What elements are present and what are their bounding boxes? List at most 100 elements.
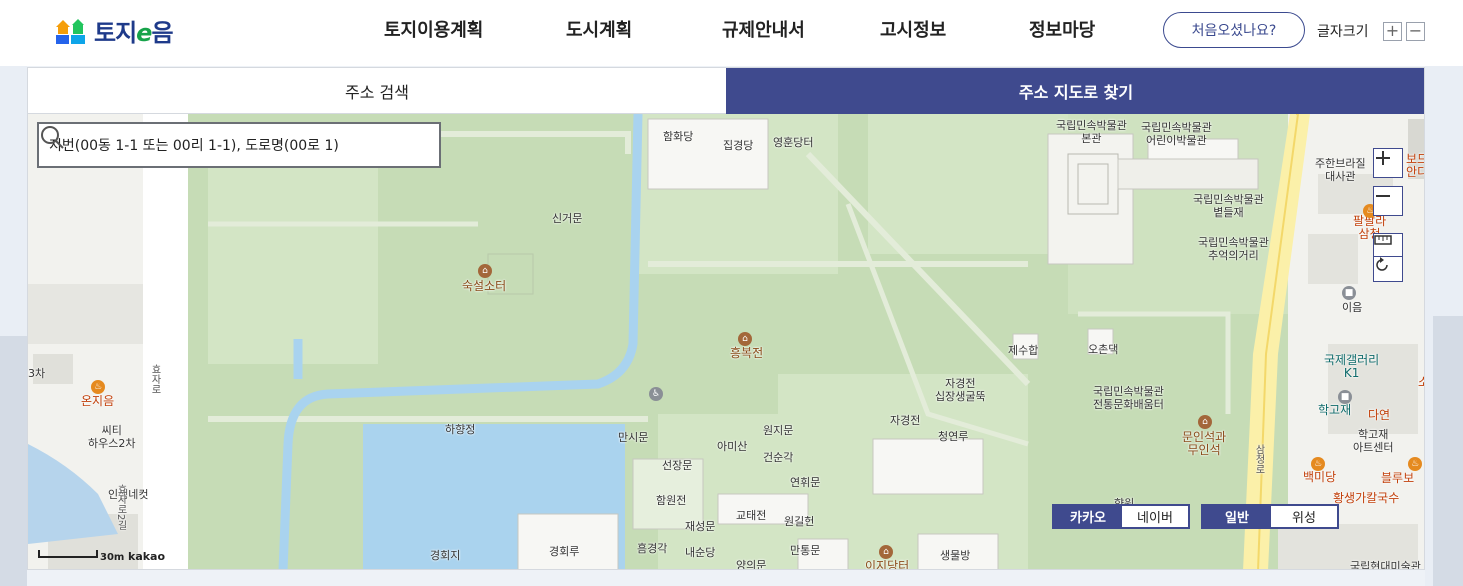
map-label: 주한브라질 대사관	[1315, 157, 1366, 183]
map-label: 생물방	[940, 549, 971, 562]
map-label: 소	[1418, 376, 1424, 389]
map-label: 제수합	[1008, 344, 1039, 357]
restroom-poi-icon[interactable]: ♿	[649, 387, 663, 401]
map-scale-text: 30m	[100, 552, 125, 563]
font-increase-button[interactable]: +	[1383, 22, 1402, 41]
map-label: 국립현대미술관	[1350, 560, 1421, 570]
map-label: 하향정	[445, 423, 476, 436]
map-label: 다연	[1368, 408, 1391, 422]
map-search-box	[37, 122, 441, 168]
road-label: 효자로2길	[115, 484, 126, 531]
map-label: 오촌댁	[1088, 343, 1119, 356]
map-scale-bar	[38, 550, 98, 558]
map-source-naver[interactable]: 네이버	[1122, 506, 1188, 527]
gallery-poi-icon[interactable]: ■	[1342, 286, 1356, 300]
map-source-kakao[interactable]: 카카오	[1054, 506, 1122, 527]
map-label: 자경전 십장생굴뚝	[935, 377, 986, 403]
map-label: 국립민속박물관 어린이박물관	[1141, 121, 1212, 147]
reset-map-button[interactable]	[1373, 256, 1403, 282]
minus-icon	[1376, 195, 1390, 197]
map-label: 선장문	[662, 459, 693, 472]
map-label: 재성문	[685, 520, 716, 533]
palace-poi-icon[interactable]: ⌂	[1198, 415, 1212, 429]
refresh-icon	[1376, 257, 1388, 271]
map-label: 숙설소터	[462, 279, 507, 293]
plus-icon	[1376, 151, 1390, 165]
map-label: 이지당터	[865, 559, 910, 570]
restaurant-poi-icon[interactable]: ♨	[91, 380, 105, 394]
zoom-out-button[interactable]	[1373, 186, 1403, 216]
map-label: 흠경각	[637, 542, 668, 555]
map-label: 황생가칼국수	[1333, 491, 1400, 505]
logo-text: 토지e음	[94, 18, 174, 47]
map-label: 내순당	[685, 546, 716, 559]
map-label: 신거문	[552, 212, 583, 225]
map-label: 함원전	[656, 494, 687, 507]
map-label: 국립민속박물관 본관	[1056, 119, 1127, 145]
map-label: 국립민속박물관 볕들재	[1193, 193, 1264, 219]
side-decoration-left	[0, 66, 27, 586]
font-decrease-button[interactable]: −	[1406, 22, 1425, 41]
map-label: 학고재 아트센터	[1353, 428, 1394, 454]
map-base	[28, 114, 1424, 569]
map-type-toggle: 일반 위성	[1201, 504, 1339, 529]
map-label: 연휘문	[790, 476, 821, 489]
zoom-in-button[interactable]	[1373, 148, 1403, 178]
map-label: 교태전	[736, 509, 767, 522]
map-label: 함화당	[663, 130, 694, 143]
map-label: 양의문	[736, 559, 767, 570]
map-type-satellite[interactable]: 위성	[1271, 506, 1337, 527]
restaurant-poi-icon[interactable]: ♨	[1311, 457, 1325, 471]
search-icon[interactable]	[39, 124, 65, 150]
map-label: 경회지	[430, 549, 461, 562]
font-size-label: 글자크기	[1317, 24, 1369, 40]
map-label: 만통문	[790, 544, 821, 557]
side-decoration-right	[1425, 66, 1463, 586]
map-label: 백미당	[1303, 470, 1337, 484]
nav-land-use-plan[interactable]: 토지이용계획	[384, 16, 483, 42]
palace-poi-icon[interactable]: ⌂	[478, 264, 492, 278]
site-logo[interactable]: 토지e음	[54, 14, 174, 47]
map-label: 블루보	[1381, 471, 1415, 485]
nav-info-yard[interactable]: 정보마당	[1029, 16, 1095, 42]
map-label: 흥복전	[730, 346, 764, 360]
map-type-normal[interactable]: 일반	[1203, 506, 1271, 527]
map-view[interactable]: 함화당 집경당 영훈당터 국립민속박물관 본관 국립민속박물관 어린이박물관 국…	[28, 114, 1424, 570]
map-label: 집경당	[723, 139, 754, 152]
map-label: 원지문	[763, 424, 794, 437]
first-visit-button[interactable]: 처음오셨나요?	[1163, 12, 1305, 48]
nav-urban-plan[interactable]: 도시계획	[566, 16, 632, 42]
map-label: 학고재	[1318, 403, 1352, 417]
map-label: 국립민속박물관 전통문화배움터	[1093, 385, 1164, 411]
house-logo-icon	[54, 15, 88, 45]
map-label: 청연루	[938, 430, 969, 443]
nav-notice-info[interactable]: 고시정보	[880, 16, 946, 42]
map-source-toggle: 카카오 네이버	[1052, 504, 1190, 529]
map-label: 자경전	[890, 414, 921, 427]
map-label: 경회루	[549, 545, 580, 558]
tab-map-find[interactable]: 주소 지도로 찾기	[726, 68, 1424, 114]
gallery-poi-icon[interactable]: ■	[1338, 390, 1352, 404]
map-label: 씨티 하우스2차	[88, 424, 136, 450]
site-header: 토지e음 토지이용계획 도시계획 규제안내서 고시정보 정보마당 처음오셨나요?…	[0, 0, 1463, 66]
road-label: 효자로	[149, 364, 160, 394]
map-label: 아미산	[717, 440, 748, 453]
map-label: 만시문	[618, 431, 649, 444]
map-provider-logo: kakao	[128, 550, 166, 563]
tab-address-search[interactable]: 주소 검색	[28, 68, 726, 114]
map-label: 국제갤러리 K1	[1324, 353, 1380, 380]
map-label: 건순각	[763, 451, 794, 464]
map-label: 온지음	[81, 394, 115, 408]
map-label: 3차	[28, 367, 46, 380]
ruler-icon	[1374, 235, 1392, 245]
map-label: 문인석과 무인석	[1182, 430, 1227, 457]
nav-regulation-guide[interactable]: 규제안내서	[722, 16, 805, 42]
palace-poi-icon[interactable]: ⌂	[879, 545, 893, 559]
restaurant-poi-icon[interactable]: ♨	[1408, 457, 1422, 471]
map-search-input[interactable]	[49, 137, 399, 153]
map-label: 보드 안디	[1406, 152, 1424, 179]
road-label: 삼청로	[1253, 444, 1264, 474]
map-label: 이음	[1342, 301, 1363, 314]
palace-poi-icon[interactable]: ⌂	[738, 332, 752, 346]
map-label: 원길헌	[784, 515, 815, 528]
